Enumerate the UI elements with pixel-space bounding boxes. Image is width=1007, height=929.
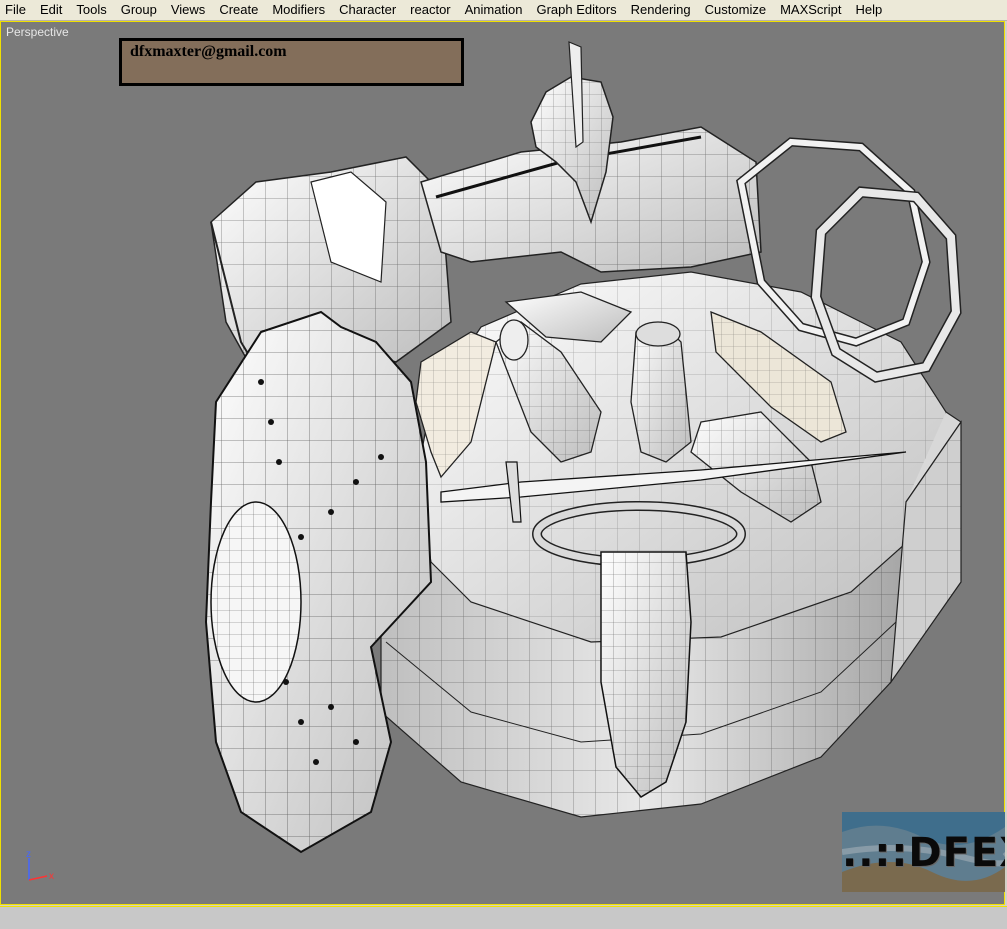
menu-customize[interactable]: Customize [698,0,773,20]
menu-modifiers[interactable]: Modifiers [265,0,332,20]
perspective-viewport[interactable]: Perspective dfxmaxter@gmail.com z x [0,21,1005,905]
author-email-watermark: dfxmaxter@gmail.com [119,38,464,86]
dfex-logo: ..::DFEX.: [842,812,1005,892]
menu-rendering[interactable]: Rendering [624,0,698,20]
axis-tripod-icon: z x [26,849,54,882]
menu-character[interactable]: Character [332,0,403,20]
menu-bar: File Edit Tools Group Views Create Modif… [0,0,1007,21]
menu-maxscript[interactable]: MAXScript [773,0,848,20]
menu-file[interactable]: File [0,0,33,20]
menu-animation[interactable]: Animation [458,0,530,20]
menu-create[interactable]: Create [212,0,265,20]
axis-z-label: z [26,849,31,860]
logo-text: ..::DFEX.: [842,830,1005,876]
menu-edit[interactable]: Edit [33,0,69,20]
menu-group[interactable]: Group [114,0,164,20]
menu-views[interactable]: Views [164,0,212,20]
axis-x-label: x [49,871,54,882]
menu-graph-editors[interactable]: Graph Editors [529,0,623,20]
shield [204,310,433,854]
menu-reactor[interactable]: reactor [403,0,457,20]
armor-wireframe-model [204,41,962,854]
bottom-status-strip [0,906,1007,929]
menu-tools[interactable]: Tools [69,0,113,20]
menu-help[interactable]: Help [848,0,889,20]
